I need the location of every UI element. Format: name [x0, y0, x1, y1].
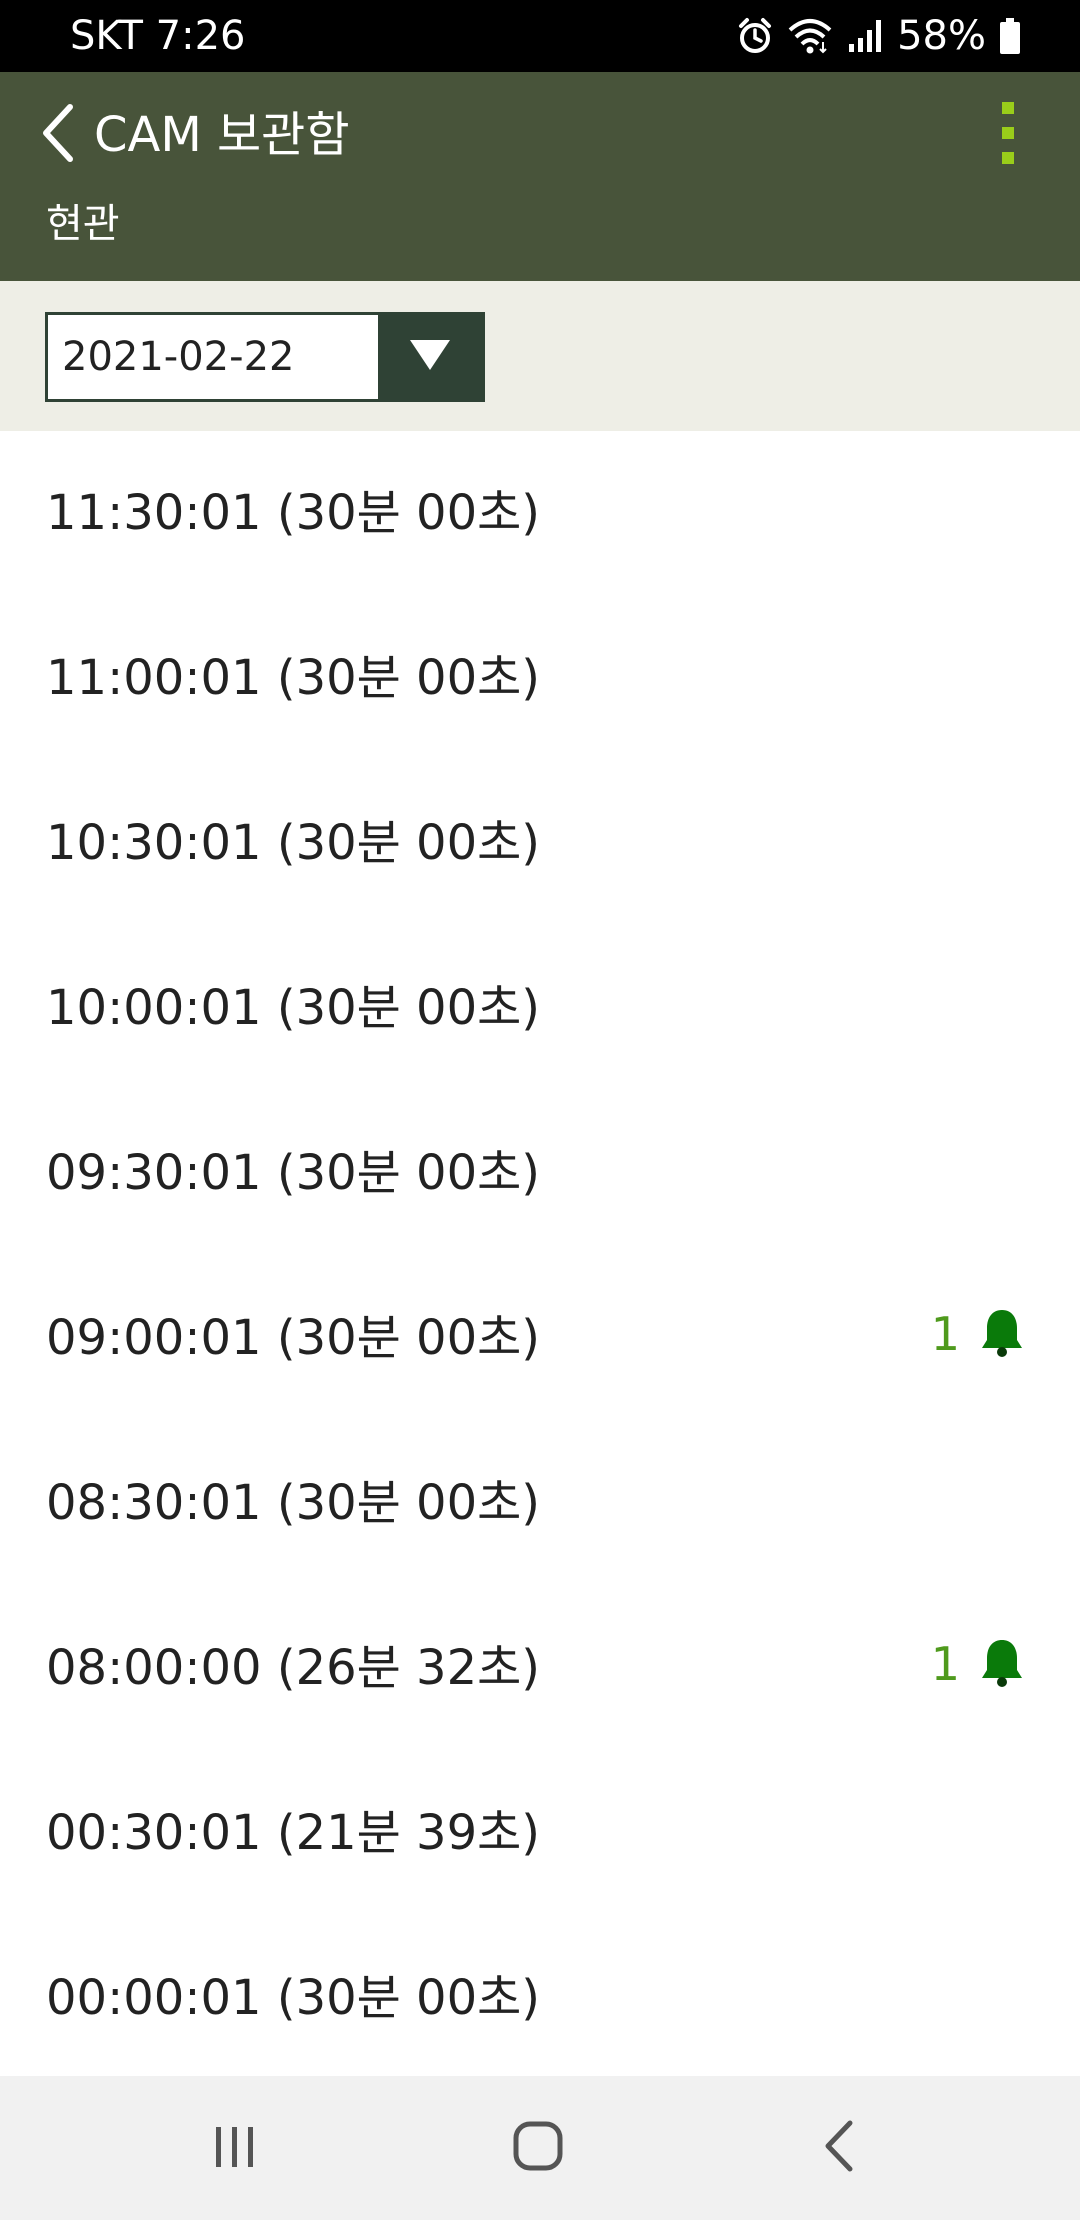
- page-title: CAM 보관함: [94, 107, 350, 163]
- overflow-menu-icon: [998, 100, 1018, 170]
- dropdown-button[interactable]: [378, 315, 482, 399]
- carrier-time: SKT 7:26: [70, 13, 246, 59]
- home-icon: [511, 2119, 565, 2177]
- list-item[interactable]: 11:00:01 (30분 00초): [0, 596, 1080, 761]
- list-item[interactable]: 00:00:01 (30분 00초): [0, 1916, 1080, 2076]
- list-item[interactable]: 09:00:01 (30분 00초) 1: [0, 1256, 1080, 1421]
- triangle-down-icon: [408, 338, 452, 376]
- back-icon: [820, 2119, 860, 2177]
- recording-label: 00:00:01 (30분 00초): [46, 1970, 541, 2026]
- list-item[interactable]: 09:30:01 (30분 00초): [0, 1091, 1080, 1256]
- status-icons: 58%: [735, 12, 1022, 60]
- back-button[interactable]: [28, 92, 88, 178]
- recents-button[interactable]: [180, 2108, 290, 2188]
- alert-badge: 1: [931, 1304, 1026, 1364]
- screen: SKT 7:26 58% CAM 보관함 현관 2021-02-22 11:30…: [0, 0, 1080, 2220]
- recording-label: 08:00:00 (26분 32초): [46, 1640, 541, 1696]
- list-item[interactable]: 08:00:00 (26분 32초) 1: [0, 1586, 1080, 1751]
- recording-label: 00:30:01 (21분 39초): [46, 1805, 541, 1861]
- recordings-list: 11:30:01 (30분 00초) 11:00:01 (30분 00초) 10…: [0, 431, 1080, 2076]
- list-item[interactable]: 08:30:01 (30분 00초): [0, 1421, 1080, 1586]
- recents-icon: [210, 2121, 260, 2175]
- bell-icon: [978, 1306, 1026, 1362]
- list-item[interactable]: 10:30:01 (30분 00초): [0, 761, 1080, 926]
- back-arrow-icon: [38, 103, 78, 167]
- date-filter-bar: 2021-02-22: [0, 281, 1080, 431]
- recording-label: 11:30:01 (30분 00초): [46, 485, 541, 541]
- overflow-menu-button[interactable]: [972, 92, 1044, 178]
- recording-label: 11:00:01 (30분 00초): [46, 650, 541, 706]
- date-dropdown[interactable]: 2021-02-22: [45, 312, 485, 402]
- recording-label: 09:30:01 (30분 00초): [46, 1145, 541, 1201]
- list-item[interactable]: 00:30:01 (21분 39초): [0, 1751, 1080, 1916]
- alert-count: 1: [930, 1307, 960, 1361]
- battery-percent: 58%: [897, 13, 986, 59]
- recording-label: 09:00:01 (30분 00초): [46, 1310, 541, 1366]
- wifi-icon: [787, 16, 833, 56]
- list-item[interactable]: 10:00:01 (30분 00초): [0, 926, 1080, 1091]
- recording-label: 08:30:01 (30분 00초): [46, 1475, 541, 1531]
- alarm-icon: [735, 16, 775, 56]
- alert-badge: 1: [931, 1634, 1026, 1694]
- signal-icon: [845, 16, 885, 56]
- date-value: 2021-02-22: [62, 334, 295, 380]
- camera-name: 현관: [46, 201, 120, 247]
- back-nav-button[interactable]: [785, 2108, 895, 2188]
- recording-label: 10:00:01 (30분 00초): [46, 980, 541, 1036]
- home-button[interactable]: [483, 2108, 593, 2188]
- bell-icon: [978, 1636, 1026, 1692]
- app-bar: CAM 보관함 현관: [0, 72, 1080, 281]
- recording-label: 10:30:01 (30분 00초): [46, 815, 541, 871]
- battery-icon: [998, 16, 1022, 56]
- alert-count: 1: [930, 1637, 960, 1691]
- list-item[interactable]: 11:30:01 (30분 00초): [0, 431, 1080, 596]
- system-nav-bar: [0, 2076, 1080, 2220]
- status-bar: SKT 7:26 58%: [0, 0, 1080, 72]
